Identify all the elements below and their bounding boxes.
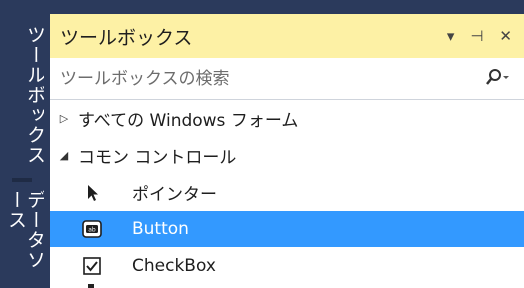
- panel-title: ツールボックス: [60, 26, 193, 49]
- panel-title-bar: ツールボックス ▾ ⊣ ✕: [50, 14, 524, 58]
- search-row: [50, 58, 524, 100]
- svg-text:ab: ab: [88, 227, 96, 234]
- button-control-icon: ab: [80, 217, 104, 241]
- category-label: コモン コントロール: [78, 147, 237, 168]
- dock-separator: [12, 178, 32, 182]
- close-icon[interactable]: ✕: [499, 27, 512, 45]
- pin-icon[interactable]: ⊣: [470, 27, 483, 45]
- dropdown-icon[interactable]: ▾: [447, 27, 455, 45]
- category-all-windows-forms[interactable]: ▷ すべての Windows フォーム: [50, 100, 524, 136]
- tool-item-checkbox[interactable]: CheckBox: [50, 248, 524, 284]
- tool-item-label: CheckBox: [132, 256, 216, 276]
- tool-item-label: Button: [132, 219, 189, 239]
- tool-item-label: ポインター: [132, 184, 217, 205]
- category-common-controls[interactable]: ◢ コモン コントロール: [50, 137, 524, 173]
- toolbox-panel: ツールボックス ▾ ⊣ ✕ ▷ すべての Windows フォーム ◢ コモン …: [50, 14, 524, 288]
- collapsed-arrow-icon[interactable]: ▷: [58, 112, 70, 125]
- checkbox-icon: [80, 254, 104, 278]
- side-dock: ツールボックス データソース: [0, 0, 46, 288]
- tool-item-pointer[interactable]: ポインター: [50, 174, 524, 210]
- search-icon[interactable]: [484, 68, 510, 88]
- tool-item-button[interactable]: ab Button: [50, 211, 524, 247]
- pointer-arrow-icon: [80, 180, 104, 204]
- search-input[interactable]: [60, 68, 450, 89]
- dock-tab-datasource[interactable]: データソース: [0, 190, 46, 288]
- title-buttons: ▾ ⊣ ✕: [447, 14, 512, 58]
- expanded-arrow-icon[interactable]: ◢: [58, 149, 70, 162]
- dock-tab-toolbox[interactable]: ツールボックス: [0, 10, 46, 180]
- toolbox-tree: ▷ すべての Windows フォーム ◢ コモン コントロール ポインター a…: [50, 100, 524, 288]
- category-label: すべての Windows フォーム: [78, 110, 299, 131]
- next-item-partial-icon: [88, 284, 94, 288]
